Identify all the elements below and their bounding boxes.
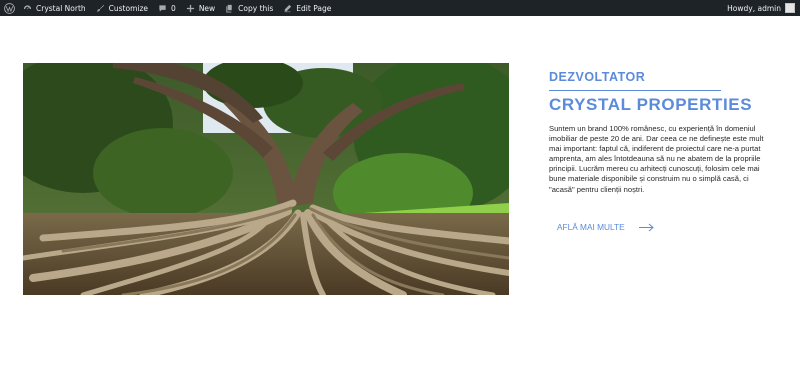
- customize-label: Customize: [108, 3, 149, 13]
- section-eyebrow: DEZVOLTATOR: [549, 70, 646, 84]
- new-content-link[interactable]: New: [181, 0, 220, 16]
- tree-roots-image: [23, 63, 509, 295]
- section-title: CRYSTAL PROPERTIES: [549, 95, 753, 114]
- wordpress-logo-button[interactable]: [0, 0, 18, 16]
- arrow-right-icon: [638, 223, 654, 231]
- paintbrush-icon: [96, 4, 104, 12]
- divider: [549, 90, 721, 91]
- dashboard-icon: [23, 4, 32, 9]
- copy-this-link[interactable]: Copy this: [220, 0, 278, 16]
- comment-icon: [159, 4, 166, 12]
- comments-link[interactable]: 0: [153, 0, 181, 16]
- edit-page-link[interactable]: Edit Page: [278, 0, 336, 16]
- customize-link[interactable]: Customize: [91, 0, 153, 16]
- site-name-label: Crystal North: [36, 3, 86, 13]
- comments-count: 0: [171, 3, 176, 13]
- learn-more-link[interactable]: AFLĂ MAI MULTE: [557, 222, 655, 232]
- greeting-label: Howdy, admin: [727, 3, 781, 13]
- plus-icon: [186, 4, 194, 12]
- wordpress-icon: [3, 2, 15, 14]
- pencil-icon: [284, 4, 292, 12]
- admin-bar: Crystal North Customize 0 New Copy this …: [0, 0, 800, 16]
- new-label: New: [198, 3, 216, 13]
- copy-icon: [226, 4, 232, 13]
- copy-label: Copy this: [238, 3, 274, 13]
- account-menu[interactable]: Howdy, admin: [722, 0, 800, 16]
- learn-more-label: AFLĂ MAI MULTE: [557, 222, 625, 232]
- site-name-link[interactable]: Crystal North: [18, 0, 91, 16]
- edit-page-label: Edit Page: [296, 3, 332, 13]
- section-description: Suntem un brand 100% românesc, cu experi…: [549, 124, 764, 194]
- avatar: [785, 3, 795, 13]
